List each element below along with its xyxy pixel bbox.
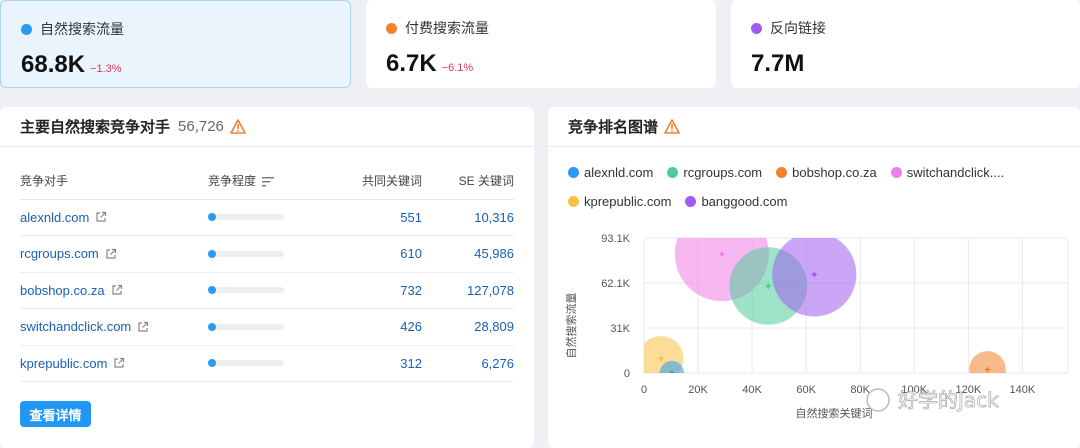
se-keywords: 28,809 <box>422 308 514 346</box>
metric-delta: −1.3% <box>90 63 122 75</box>
x-tick-label: 80K <box>850 384 870 396</box>
metric-value: 6.7K <box>386 50 437 77</box>
competitors-panel: 主要自然搜索竞争对手 56,726 竞争对手 竞争程度 共同关键词 SE 关键词… <box>0 107 534 448</box>
table-row: rcgroups.com 610 45,986 <box>20 235 514 273</box>
external-link-icon[interactable] <box>137 321 149 333</box>
metric-card-paid[interactable]: 付费搜索流量 6.7K −6.1% <box>366 0 716 88</box>
bubble-center-marker: ✦ <box>667 368 676 380</box>
panel-title: 主要自然搜索竞争对手 <box>20 119 171 136</box>
table-row: alexnld.com 551 10,316 <box>20 199 514 236</box>
metric-card-backlinks[interactable]: 反向链接 7.7M <box>731 0 1080 88</box>
competition-level-fill <box>208 286 216 295</box>
x-tick-label: 60K <box>796 384 816 396</box>
y-tick-label: 93.1K <box>601 233 630 245</box>
competitor-domain: kprepublic.com <box>20 355 108 371</box>
competitor-link[interactable]: rcgroups.com <box>20 246 117 261</box>
competition-level-bar <box>208 249 284 258</box>
external-link-icon[interactable] <box>111 284 123 296</box>
competitor-domain: alexnld.com <box>20 209 90 225</box>
metric-card-organic[interactable]: 自然搜索流量 68.8K −1.3% <box>0 0 351 88</box>
competitors-title-row: 主要自然搜索竞争对手 56,726 <box>0 107 534 147</box>
y-tick-label: 0 <box>624 368 630 380</box>
external-link-icon[interactable] <box>113 357 125 369</box>
competitor-link[interactable]: kprepublic.com <box>20 356 125 371</box>
y-tick-label: 31K <box>610 323 630 335</box>
competition-level-fill <box>208 322 216 331</box>
metric-label: 反向链接 <box>770 20 826 36</box>
bubble-center-marker: ✦ <box>810 269 819 281</box>
competition-level-bar <box>208 286 284 295</box>
common-keywords: 732 <box>338 272 422 309</box>
wechat-icon <box>866 388 890 412</box>
bubbles-group: ✦✦✦✦✦ ✦ <box>644 238 1006 380</box>
level-cell <box>208 235 338 273</box>
col-se: SE 关键词 <box>422 163 514 200</box>
competition-level-bar <box>208 322 284 331</box>
competition-level-fill <box>208 213 216 222</box>
x-tick-label: 140K <box>1010 384 1036 396</box>
col-common: 共同关键词 <box>338 163 422 200</box>
competitor-domain: switchandclick.com <box>20 319 132 335</box>
common-keywords: 610 <box>338 235 422 273</box>
y-axis-label: 自然搜索流量 <box>564 293 578 359</box>
paid-dot <box>386 22 397 34</box>
common-keywords: 551 <box>338 199 422 236</box>
se-keywords: 45,986 <box>422 235 514 273</box>
competitor-cell: bobshop.co.za <box>20 272 208 309</box>
col-level[interactable]: 竞争程度 <box>208 163 338 200</box>
common-keywords: 426 <box>338 308 422 346</box>
watermark-text: 好学的Jack <box>898 388 999 412</box>
competitor-cell: switchandclick.com <box>20 308 208 346</box>
organic-dot <box>21 23 32 35</box>
backlinks-dot <box>751 22 762 34</box>
col-level-label: 竞争程度 <box>208 174 257 189</box>
x-tick-label: 0 <box>641 384 647 396</box>
bubble-center-marker: ✦ <box>717 249 726 261</box>
competitor-domain: bobshop.co.za <box>20 282 105 298</box>
x-tick-label: 40K <box>742 384 762 396</box>
view-details-button[interactable]: 查看详情 <box>20 401 91 427</box>
level-cell <box>208 199 338 236</box>
competitors-table: 竞争对手 竞争程度 共同关键词 SE 关键词 alexnld.com 551 10,… <box>20 163 514 382</box>
se-keywords: 10,316 <box>422 199 514 236</box>
sort-icon[interactable] <box>262 177 275 187</box>
x-axis-label: 自然搜索关键词 <box>796 406 873 420</box>
competitor-cell: alexnld.com <box>20 199 208 236</box>
competitor-cell: rcgroups.com <box>20 235 208 273</box>
competition-level-bar <box>208 359 284 368</box>
col-competitor: 竞争对手 <box>20 163 208 200</box>
table-row: switchandclick.com 426 28,809 <box>20 308 514 346</box>
x-tick-label: 20K <box>688 384 708 396</box>
metric-delta: −6.1% <box>441 62 474 74</box>
metric-value: 7.7M <box>751 50 805 77</box>
level-cell <box>208 345 338 382</box>
common-keywords: 312 <box>338 345 422 382</box>
competitor-link[interactable]: switchandclick.com <box>20 319 149 334</box>
bubble-chart: 0 20K 40K 60K 80K 100K 120K 140K031K62.1K93.1K✦… <box>564 233 1069 420</box>
se-keywords: 6,276 <box>422 345 514 382</box>
competitor-cell: kprepublic.com <box>20 345 208 382</box>
competition-level-fill <box>208 249 216 258</box>
table-row: bobshop.co.za 732 127,078 <box>20 272 514 309</box>
competition-level-fill <box>208 359 216 368</box>
table-row: kprepublic.com 312 6,276 <box>20 345 514 382</box>
warning-icon[interactable] <box>230 119 246 134</box>
bubble-center-marker: ✦ <box>983 364 992 376</box>
se-keywords: 127,078 <box>422 272 514 309</box>
competitor-link[interactable]: alexnld.com <box>20 210 107 225</box>
level-cell <box>208 272 338 309</box>
external-link-icon[interactable] <box>105 248 117 260</box>
bubble-center-marker: ✦ <box>764 281 773 293</box>
level-cell <box>208 308 338 346</box>
competition-map-panel: 竞争排名图谱 alexnld.com rcgroups.com bobshop.co… <box>548 107 1080 448</box>
competitor-domain: rcgroups.com <box>20 246 99 262</box>
metric-label: 自然搜索流量 <box>40 21 124 37</box>
metric-value: 68.8K <box>21 51 86 78</box>
y-tick-label: 62.1K <box>601 278 630 290</box>
competitor-link[interactable]: bobshop.co.za <box>20 283 123 298</box>
competition-level-bar <box>208 213 284 222</box>
metric-label: 付费搜索流量 <box>405 20 489 36</box>
competitor-count: 56,726 <box>178 118 224 135</box>
external-link-icon[interactable] <box>95 211 107 223</box>
